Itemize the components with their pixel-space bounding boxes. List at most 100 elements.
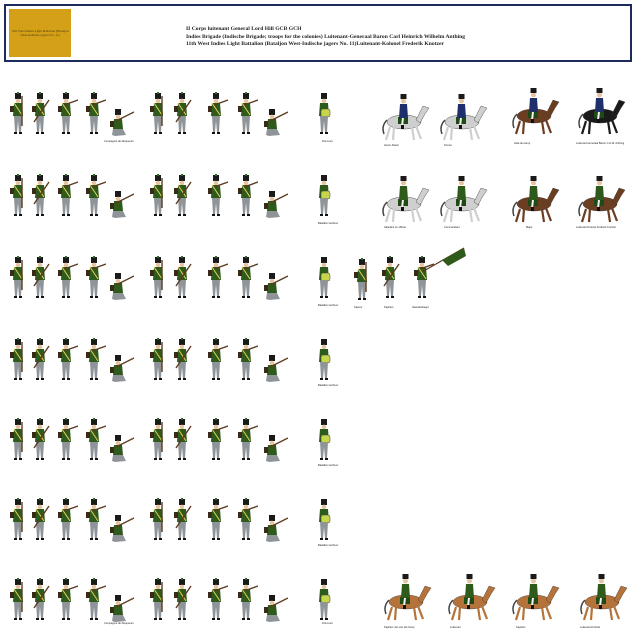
title-panel: 11th West Indies Light Battalion (Batalj… — [4, 4, 632, 62]
rifleman-figure — [10, 256, 23, 298]
figure-caption: Bataillon tambour — [318, 222, 339, 225]
figure-caption: Compagnie de flanqueurs — [104, 140, 134, 143]
rifleman-figure — [32, 174, 50, 216]
figure-caption: Sapeur — [354, 306, 363, 309]
mounted-lieutenant — [448, 574, 496, 621]
rifleman-figure — [354, 258, 367, 300]
rifleman-figure — [58, 338, 78, 380]
mounted-captain-2 — [512, 574, 560, 621]
rifleman-figure — [208, 256, 228, 298]
mounted-officer-2 — [440, 94, 488, 141]
rifleman-figure — [58, 578, 78, 620]
rifleman-figure — [208, 338, 228, 380]
rifleman-figure — [238, 418, 258, 460]
figure-caption: Major — [526, 226, 533, 229]
kneeling-rifleman-figure — [110, 109, 134, 136]
drummer-figure — [319, 579, 331, 620]
figure-caption: Luitenant — [450, 626, 461, 629]
kneeling-rifleman-figure — [110, 595, 134, 622]
mounted-officer-1 — [382, 94, 430, 141]
drummer-figure — [319, 419, 331, 460]
rifleman-figure — [150, 256, 163, 298]
figure-caption: Bataillon tambour — [318, 544, 339, 547]
kneeling-rifleman-figure — [110, 355, 134, 382]
rifleman-figure — [174, 338, 192, 380]
rifleman-figure — [32, 418, 50, 460]
header-text: II Corps luitenant General Lord Hill GCB… — [186, 26, 465, 49]
rifleman-figure — [86, 92, 106, 134]
rifleman-figure — [174, 92, 192, 134]
rifleman-figure — [208, 418, 228, 460]
rifleman-figure — [58, 174, 78, 216]
figure-caption: Luitenant-Kolonel Frederik Knotzer — [576, 226, 617, 229]
rifleman-figure — [58, 256, 78, 298]
mounted-adjutant — [382, 176, 430, 223]
figure-caption: Luitenant-Kolonel — [580, 626, 601, 629]
drummer-figure — [319, 175, 331, 216]
drummer-figure — [319, 499, 331, 540]
mounted-captain-1 — [384, 574, 432, 621]
figure-caption: Hoorn-blazer — [384, 144, 399, 147]
rifleman-figure — [150, 92, 163, 134]
rifleman-figure — [174, 578, 192, 620]
kneeling-rifleman-figure — [110, 273, 134, 300]
rifleman-figure — [32, 578, 50, 620]
kneeling-rifleman-figure — [264, 273, 288, 300]
rifleman-figure — [86, 418, 106, 460]
mounted-major — [512, 176, 560, 223]
kneeling-rifleman-figure — [264, 595, 288, 622]
rifleman-figure — [32, 498, 50, 540]
figure-caption: Kapitein Jan van der Hoop — [384, 626, 415, 629]
header-line-2: Indies Brigade (Indische Brigade; troops… — [186, 33, 466, 40]
rifleman-figure — [86, 498, 106, 540]
rifleman-figure — [174, 174, 192, 216]
rifleman-figure — [150, 418, 163, 460]
rifleman-figure — [10, 578, 23, 620]
mounted-commandant — [440, 176, 488, 223]
figure-caption: Commandant — [444, 226, 460, 229]
figure-caption: Kapitein — [384, 306, 394, 309]
rifleman-figure — [238, 92, 258, 134]
figure-caption: Bataillon tambour — [318, 304, 339, 307]
rifleman-figure — [150, 498, 163, 540]
rifleman-figure — [32, 256, 50, 298]
rifleman-figure — [150, 338, 163, 380]
kneeling-rifleman-figure — [110, 435, 134, 462]
header-line-1: II Corps luitenant General Lord Hill GCB… — [186, 26, 302, 32]
kneeling-rifleman-figure — [110, 191, 134, 218]
figure-caption: Kapitein — [516, 626, 526, 629]
figure-caption: Luitenant-Generaal Baron C.H.W. Anthing — [576, 142, 625, 145]
kneeling-rifleman-figure — [110, 515, 134, 542]
header-line-3: 11th West Indies Light Battalion (Batalj… — [186, 41, 444, 47]
rifleman-figure — [208, 498, 228, 540]
regimental-colour — [421, 247, 466, 273]
drummer-figure — [319, 257, 331, 298]
rifleman-figure — [10, 338, 23, 380]
rifleman-figure — [238, 338, 258, 380]
figure-caption: Bataillon tambour — [318, 384, 339, 387]
rifleman-figure — [174, 418, 192, 460]
figure-caption: Adjudant en officier — [384, 226, 407, 229]
kneeling-rifleman-figure — [264, 435, 288, 462]
rifleman-figure — [10, 92, 23, 134]
unit-badge: 11th West Indies Light Battalion (Batalj… — [9, 9, 71, 57]
figure-caption: Kornet — [444, 144, 452, 147]
rifleman-figure — [32, 338, 50, 380]
rifleman-figure — [10, 174, 23, 216]
figure-caption: Vaandeldrager — [412, 306, 429, 309]
kneeling-rifleman-figure — [264, 109, 288, 136]
figure-caption: Drummer — [322, 140, 333, 143]
rifleman-figure — [238, 498, 258, 540]
rifleman-figure — [238, 578, 258, 620]
rifleman-figure — [174, 256, 192, 298]
rifleman-figure — [382, 256, 400, 298]
rifleman-figure — [58, 498, 78, 540]
mounted-general — [512, 88, 560, 135]
figure-caption: Drummer — [322, 622, 333, 625]
rifleman-figure — [208, 578, 228, 620]
rifleman-figure — [58, 418, 78, 460]
rifleman-figure — [238, 256, 258, 298]
figure-caption: Compagnie de flanqueurs — [104, 622, 134, 625]
kneeling-rifleman-figure — [264, 515, 288, 542]
kneeling-rifleman-figure — [264, 191, 288, 218]
